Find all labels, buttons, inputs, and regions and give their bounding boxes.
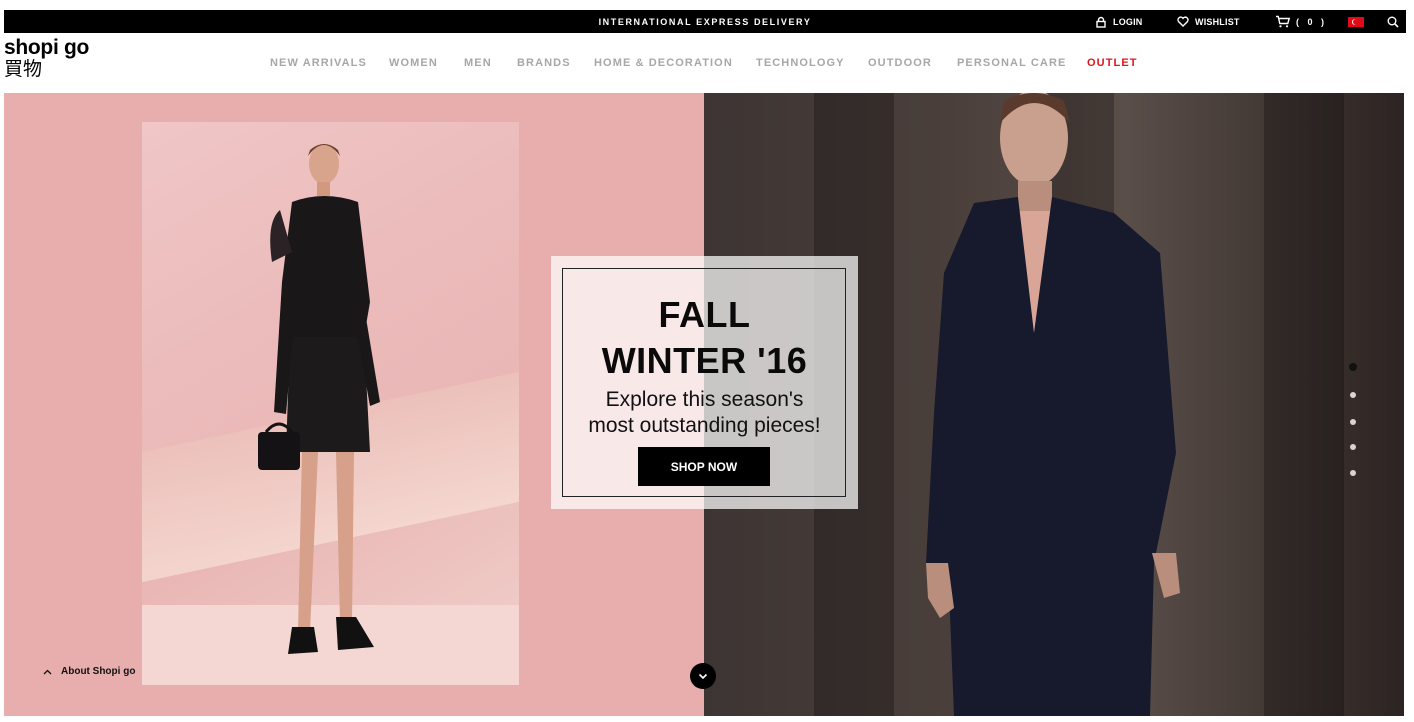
hero-title-line1: FALL (658, 294, 751, 335)
nav-outlet[interactable]: OUTLET (1087, 57, 1138, 69)
nav-home-decoration[interactable]: HOME & DECORATION (594, 57, 733, 69)
cart-link[interactable]: ( 0 ) (1275, 10, 1327, 33)
search-button[interactable] (1387, 15, 1399, 33)
login-lock-icon (1096, 16, 1106, 28)
login-link[interactable]: LOGIN (1095, 10, 1143, 33)
login-label: LOGIN (1113, 16, 1143, 27)
nav-brands[interactable]: BRANDS (517, 57, 571, 69)
slide-dot-3[interactable] (1350, 419, 1356, 425)
hero-slider[interactable]: FALL WINTER '16 Explore this season's mo… (4, 93, 1404, 716)
nav-men[interactable]: MEN (464, 57, 492, 69)
nav-personal-care[interactable]: PERSONAL CARE (957, 57, 1066, 69)
turkey-flag-icon[interactable] (1348, 17, 1364, 27)
top-bar: INTERNATIONAL EXPRESS DELIVERY LOGIN WIS… (4, 10, 1406, 33)
nav-technology[interactable]: TECHNOLOGY (756, 57, 845, 69)
logo-wordmark: shopi go (4, 36, 90, 59)
shop-now-button[interactable]: SHOP NOW (638, 447, 770, 486)
male-model-image (926, 93, 1180, 716)
hero-subtitle-line2: most outstanding pieces! (588, 414, 821, 437)
cart-count: ( 0 ) (1296, 16, 1328, 27)
scroll-down-button[interactable] (690, 663, 716, 689)
slide-dot-5[interactable] (1350, 470, 1356, 476)
slide-dot-1[interactable] (1349, 363, 1357, 371)
female-model-image (258, 144, 380, 654)
chevron-down-icon (698, 673, 708, 679)
womenswear-photo (142, 122, 519, 685)
slide-dot-2[interactable] (1350, 392, 1356, 398)
about-link[interactable]: About Shopi go (43, 666, 135, 677)
wishlist-label: WISHLIST (1195, 16, 1240, 27)
cart-icon (1276, 15, 1290, 28)
nav-women[interactable]: WOMEN (389, 57, 438, 69)
wishlist-link[interactable]: WISHLIST (1177, 10, 1240, 33)
hero-title-line2: WINTER '16 (601, 340, 808, 381)
nav-new-arrivals[interactable]: NEW ARRIVALS (270, 57, 367, 69)
chevron-up-icon (43, 669, 52, 674)
logo[interactable]: shopi go 買物 (4, 37, 89, 81)
nav-outdoor[interactable]: OUTDOOR (868, 57, 932, 69)
heart-icon (1177, 16, 1189, 27)
about-label: About Shopi go (61, 666, 136, 677)
search-icon (1387, 16, 1399, 28)
slide-dot-4[interactable] (1350, 444, 1356, 450)
logo-chinese: 買物 (4, 59, 43, 80)
hero-subtitle-line1: Explore this season's (605, 388, 804, 411)
promo-card: FALL WINTER '16 Explore this season's mo… (551, 256, 858, 509)
